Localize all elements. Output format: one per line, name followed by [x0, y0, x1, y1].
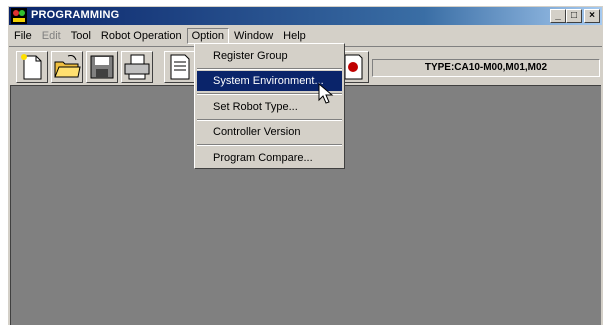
save-button[interactable]: [86, 51, 118, 83]
open-button[interactable]: [51, 51, 83, 83]
window-title: PROGRAMMING: [31, 9, 120, 21]
menu-robot-operation[interactable]: Robot Operation: [96, 28, 187, 44]
document-icon: [170, 54, 190, 80]
menu-window[interactable]: Window: [229, 28, 278, 44]
document-button[interactable]: [164, 51, 196, 83]
close-button[interactable]: ×: [584, 9, 600, 23]
menu-edit[interactable]: Edit: [37, 28, 66, 44]
title-bar[interactable]: PROGRAMMING _ □ ×: [9, 7, 602, 25]
save-icon: [90, 55, 114, 79]
minimize-button[interactable]: _: [550, 9, 566, 23]
menu-item-program-compare[interactable]: Program Compare...: [197, 148, 342, 168]
print-button[interactable]: [121, 51, 153, 83]
open-folder-icon: [54, 55, 81, 78]
new-file-button[interactable]: [16, 51, 48, 83]
app-icon: [11, 8, 27, 24]
option-dropdown-menu: Register Group System Environment... Set…: [194, 43, 345, 169]
mouse-cursor-icon: [318, 83, 334, 104]
menu-help[interactable]: Help: [278, 28, 311, 44]
menu-separator: [197, 68, 342, 70]
maximize-button[interactable]: □: [566, 9, 582, 23]
print-icon: [124, 54, 150, 80]
menu-tool[interactable]: Tool: [66, 28, 96, 44]
robot-type-display: TYPE:CA10-M00,M01,M02: [372, 59, 600, 77]
new-file-icon: [21, 54, 42, 80]
menu-item-register-group[interactable]: Register Group: [197, 46, 342, 66]
menu-item-controller-version[interactable]: Controller Version: [197, 122, 342, 142]
menu-separator: [197, 144, 342, 146]
menu-option[interactable]: Option: [186, 27, 230, 44]
menu-file[interactable]: File: [9, 28, 37, 44]
menu-separator: [197, 119, 342, 121]
